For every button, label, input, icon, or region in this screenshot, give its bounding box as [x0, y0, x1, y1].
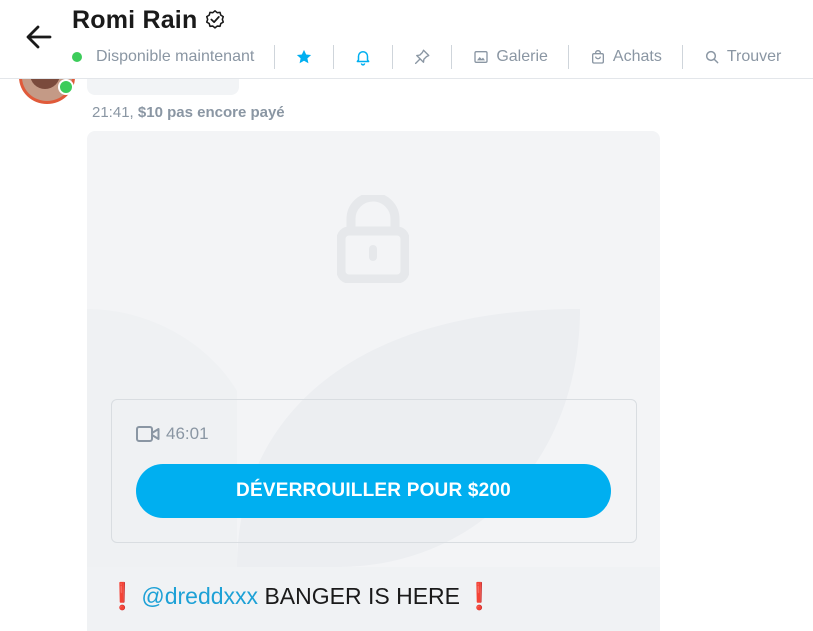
purchases-button[interactable]: Achats [589, 48, 662, 66]
bag-icon [589, 48, 607, 66]
video-camera-icon [136, 426, 160, 442]
avatar-online-dot [58, 79, 74, 95]
exclamation-emoji: ❗ [106, 581, 139, 611]
locked-media-card: 46:01 DÉVERROUILLER POUR $200 [87, 131, 660, 567]
previous-message-bubble [87, 78, 239, 95]
video-duration: 46:01 [136, 424, 209, 444]
unlock-panel: 46:01 DÉVERROUILLER POUR $200 [111, 399, 637, 543]
mention-link[interactable]: @dreddxxx [141, 583, 258, 610]
divider [451, 45, 453, 69]
duration-label: 46:01 [166, 424, 209, 443]
star-icon[interactable] [295, 48, 313, 66]
divider [392, 45, 394, 69]
divider [681, 45, 683, 69]
unlock-button[interactable]: DÉVERROUILLER POUR $200 [136, 464, 611, 518]
bell-icon[interactable] [354, 48, 372, 66]
chat-toolbar: Disponible maintenant Galerie Achats Tro… [72, 44, 781, 70]
gallery-label: Galerie [496, 48, 548, 65]
find-label: Trouver [726, 48, 782, 65]
online-dot [72, 52, 82, 62]
message-meta: 21:41, $10 pas encore payé [92, 104, 285, 121]
purchases-label: Achats [612, 48, 662, 65]
online-status: Disponible maintenant [72, 48, 254, 66]
status-label: Disponible maintenant [96, 48, 255, 65]
title-row: Romi Rain [72, 4, 226, 36]
find-button[interactable]: Trouver [703, 48, 782, 66]
divider [333, 45, 335, 69]
search-icon [703, 48, 721, 66]
back-arrow-icon [26, 25, 52, 49]
back-button[interactable] [22, 20, 56, 54]
gallery-icon [472, 48, 490, 66]
message-time: 21:41, [92, 104, 134, 121]
divider [567, 45, 569, 69]
divider [274, 45, 276, 69]
gallery-button[interactable]: Galerie [472, 48, 548, 66]
message-caption: ❗ @dreddxxx BANGER IS HERE ❗ [87, 567, 660, 631]
caption-text: ❗ @dreddxxx BANGER IS HERE ❗ [103, 581, 498, 612]
lock-icon [337, 195, 409, 283]
pin-icon[interactable] [413, 48, 431, 66]
message-price-status: $10 pas encore payé [137, 104, 285, 121]
profile-name[interactable]: Romi Rain [72, 6, 197, 35]
exclamation-emoji: ❗ [463, 581, 496, 611]
chat-header: Romi Rain Disponible maintenant Galerie … [0, 0, 813, 79]
verified-icon [204, 9, 226, 31]
caption-body: BANGER IS HERE [258, 583, 460, 609]
